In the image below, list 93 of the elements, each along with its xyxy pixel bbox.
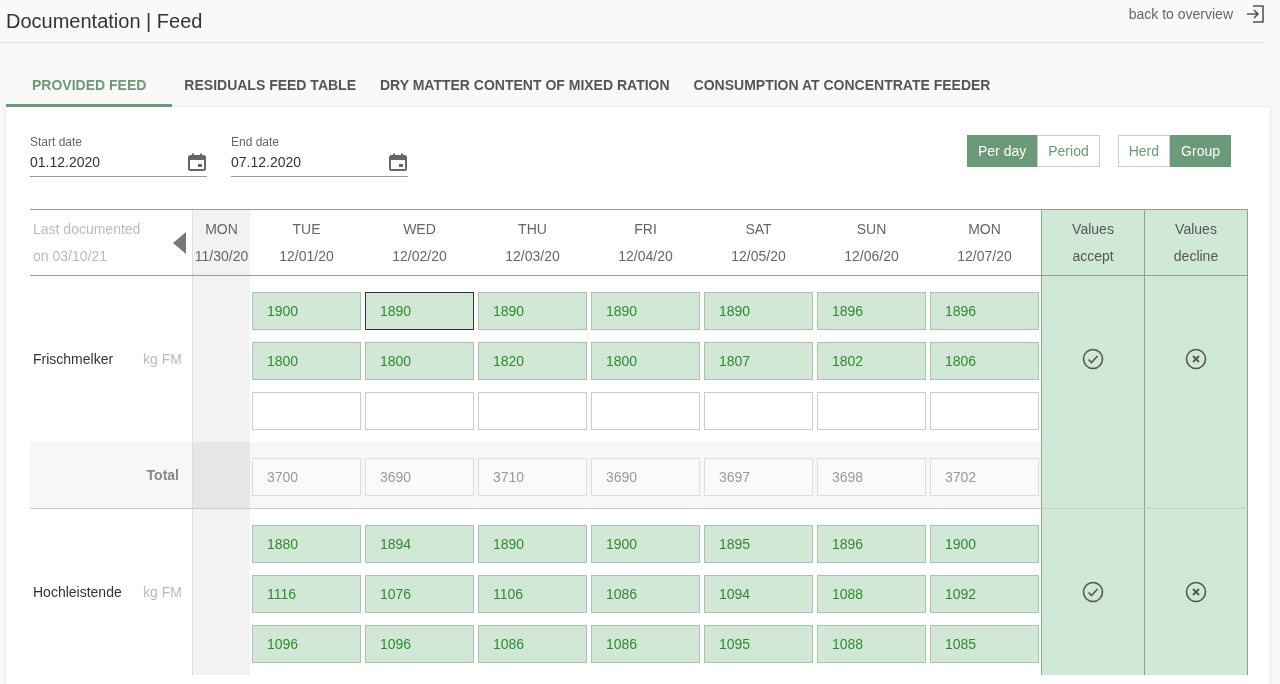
value-input[interactable]: 1900 — [930, 525, 1039, 563]
value-input[interactable]: 1890 — [478, 525, 587, 563]
total-value: 3690 — [365, 458, 474, 496]
last-documented-text: Last documented on 03/10/21 — [33, 219, 142, 266]
toggle-button[interactable]: Herd — [1117, 135, 1171, 167]
value-input[interactable]: 1806 — [930, 342, 1039, 380]
accept-icon[interactable] — [1081, 348, 1104, 370]
value-input[interactable]: 1800 — [365, 342, 474, 380]
value-input[interactable]: 1894 — [365, 525, 474, 563]
value-input[interactable]: 1802 — [817, 342, 926, 380]
value-input[interactable]: 1896 — [817, 525, 926, 563]
tab[interactable]: CONSUMPTION AT CONCENTRATE FEEDER — [681, 67, 1003, 107]
toggle-button[interactable]: Per day — [967, 135, 1038, 167]
decline-icon[interactable] — [1185, 581, 1207, 603]
value-input[interactable]: 1076 — [365, 575, 474, 613]
value-input[interactable] — [704, 392, 813, 430]
value-input[interactable]: 1807 — [704, 342, 813, 380]
back-link[interactable]: back to overview — [1128, 4, 1265, 24]
total-value: 3698 — [817, 458, 926, 496]
value-input[interactable]: 1890 — [704, 292, 813, 330]
value-input[interactable]: 1895 — [704, 525, 813, 563]
page-title: Documentation | Feed — [6, 9, 203, 33]
day-date: 12/03/20 — [505, 246, 560, 266]
value-input[interactable]: 1086 — [591, 625, 700, 663]
value-input[interactable] — [930, 392, 1039, 430]
value-input[interactable]: 1096 — [252, 625, 361, 663]
value-input[interactable] — [365, 392, 474, 430]
value-input[interactable]: 1088 — [817, 625, 926, 663]
calendar-icon[interactable] — [388, 152, 408, 172]
value-input[interactable]: 1900 — [252, 292, 361, 330]
total-value: 3702 — [930, 458, 1039, 496]
value-input[interactable]: 1896 — [817, 292, 926, 330]
value-input[interactable]: 1880 — [252, 525, 361, 563]
previous-day-total-cell — [192, 442, 250, 508]
calendar-icon[interactable] — [187, 152, 207, 172]
total-value: 3710 — [478, 458, 587, 496]
value-input[interactable] — [591, 392, 700, 430]
value-input[interactable]: 1800 — [591, 342, 700, 380]
day-name: SAT — [745, 219, 772, 239]
tab[interactable]: DRY MATTER CONTENT OF MIXED RATION — [368, 67, 682, 107]
unit-label: kg FM — [143, 351, 182, 367]
value-input[interactable]: 1092 — [930, 575, 1039, 613]
total-value: 3700 — [252, 458, 361, 496]
date-field[interactable]: End date 07.12.2020 — [231, 135, 408, 177]
day-date: 11/30/20 — [194, 246, 249, 266]
value-input[interactable]: 1820 — [478, 342, 587, 380]
day-date: 12/02/20 — [392, 246, 447, 266]
toggle-button[interactable]: Period — [1037, 135, 1100, 167]
accept-column-header: Values accept — [1041, 210, 1144, 275]
value-input[interactable]: 1106 — [478, 575, 587, 613]
day-name: WED — [403, 219, 436, 239]
day-name: THU — [518, 219, 547, 239]
group-name: Frischmelker — [33, 351, 114, 367]
tab[interactable]: RESIDUALS FEED TABLE — [172, 67, 368, 107]
value-input[interactable] — [478, 392, 587, 430]
total-value: 3690 — [591, 458, 700, 496]
group-name: Hochleistende — [33, 584, 122, 600]
value-input[interactable]: 1088 — [817, 575, 926, 613]
value-input[interactable]: 1800 — [252, 342, 361, 380]
day-name: MON — [968, 219, 1001, 239]
toggle-button[interactable]: Group — [1170, 135, 1231, 167]
value-input[interactable]: 1890 — [365, 292, 474, 330]
date-field[interactable]: Start date 01.12.2020 — [30, 135, 207, 177]
value-input[interactable]: 1085 — [930, 625, 1039, 663]
value-input[interactable]: 1086 — [591, 575, 700, 613]
unit-label: kg FM — [143, 584, 182, 600]
total-label: Total — [30, 442, 192, 508]
day-date: 12/07/20 — [957, 246, 1012, 266]
day-name: MON — [205, 219, 238, 239]
value-input[interactable]: 1896 — [930, 292, 1039, 330]
day-date: 12/01/20 — [279, 246, 334, 266]
day-date: 12/04/20 — [618, 246, 673, 266]
decline-icon[interactable] — [1185, 348, 1207, 370]
value-input[interactable]: 1890 — [478, 292, 587, 330]
day-name: TUE — [292, 219, 321, 239]
value-input[interactable]: 1086 — [478, 625, 587, 663]
day-name: FRI — [634, 219, 657, 239]
value-input[interactable]: 1890 — [591, 292, 700, 330]
value-input[interactable] — [817, 392, 926, 430]
value-input[interactable]: 1095 — [704, 625, 813, 663]
value-input[interactable]: 1096 — [365, 625, 474, 663]
value-input[interactable]: 1900 — [591, 525, 700, 563]
accept-icon[interactable] — [1081, 581, 1104, 603]
previous-arrow-icon[interactable] — [173, 231, 186, 254]
value-input[interactable]: 1116 — [252, 575, 361, 613]
day-name: SUN — [856, 219, 887, 239]
decline-column-header: Values decline — [1144, 210, 1248, 275]
value-input[interactable]: 1094 — [704, 575, 813, 613]
day-date: 12/06/20 — [844, 246, 899, 266]
total-value: 3697 — [704, 458, 813, 496]
day-date: 12/05/20 — [731, 246, 786, 266]
exit-icon — [1245, 4, 1265, 24]
value-input[interactable] — [252, 392, 361, 430]
